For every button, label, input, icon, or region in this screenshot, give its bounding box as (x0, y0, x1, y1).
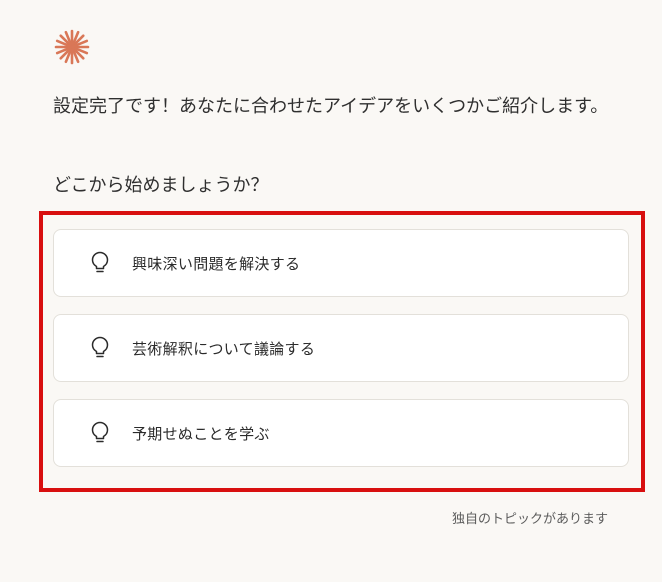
suggestion-label: 興味深い問題を解決する (132, 254, 301, 273)
suggestion-discuss-art[interactable]: 芸術解釈について議論する (53, 314, 629, 382)
lightbulb-icon (91, 421, 109, 443)
lightbulb-icon (91, 251, 109, 273)
suggestion-label: 予期せぬことを学ぶ (132, 424, 270, 443)
suggestion-learn-unexpected[interactable]: 予期せぬことを学ぶ (53, 399, 629, 467)
suggestion-list: 興味深い問題を解決する 芸術解釈について議論する 予期せぬことを学ぶ (53, 229, 629, 467)
suggestion-solve-problem[interactable]: 興味深い問題を解決する (53, 229, 629, 297)
lightbulb-icon (91, 336, 109, 358)
own-topic-link[interactable]: 独自のトピックがあります (452, 508, 608, 527)
intro-message: 設定完了です！あなたに合わせたアイデアをいくつかご紹介します。 (53, 96, 609, 117)
suggestion-label: 芸術解釈について議論する (132, 339, 316, 358)
intro-question: どこから始めましょうか？ (53, 175, 269, 196)
brand-logo (53, 28, 91, 66)
asterisk-logo-icon (54, 29, 90, 65)
